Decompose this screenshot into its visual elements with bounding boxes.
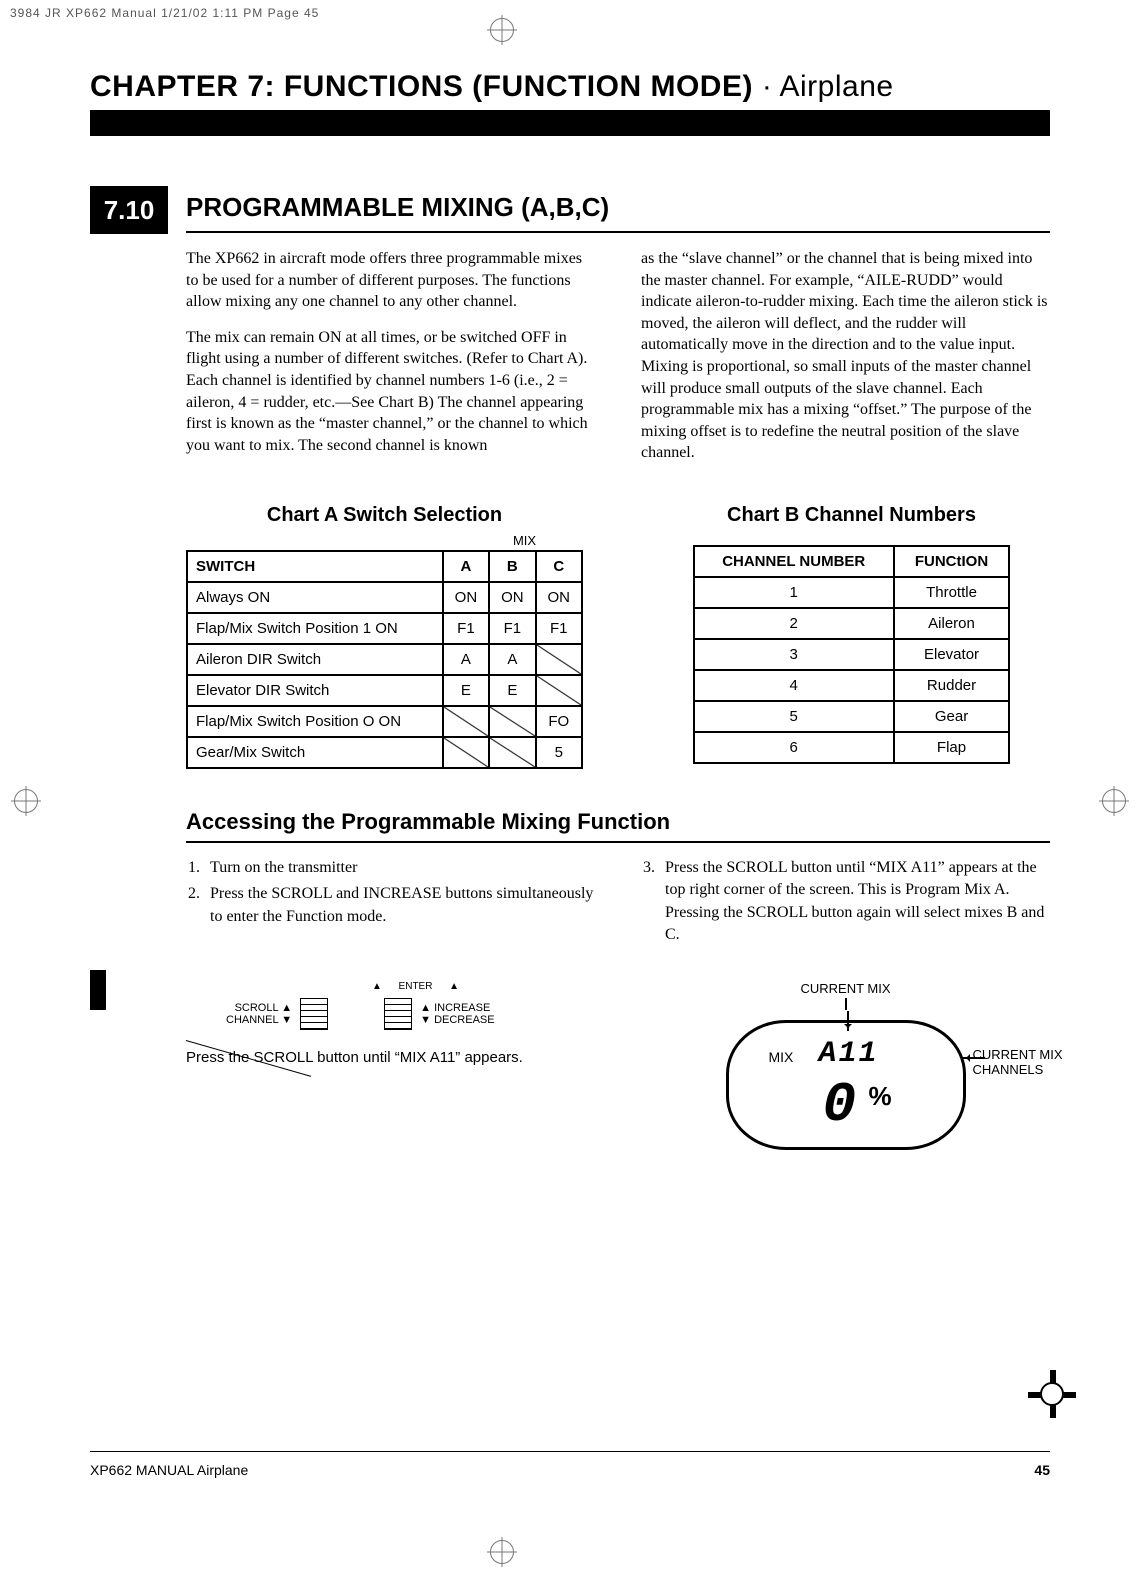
steps-columns: Turn on the transmitter Press the SCROLL…: [186, 857, 1050, 951]
diagram-row: ▲ ENTER ▲ SCROLL ▲ CHANNEL ▼ ▲ INCREASE …: [186, 981, 1050, 1160]
table-row: Always ON ON ON ON: [187, 582, 582, 613]
subsection-heading: Accessing the Programmable Mixing Functi…: [186, 809, 1050, 843]
table-row: Flap/Mix Switch Position 1 ON F1 F1 F1: [187, 613, 582, 644]
crop-target-right: [1102, 789, 1126, 813]
lcd-block: CURRENT MIX MIX A11 0 % CURRENT MIX CHAN…: [641, 981, 1050, 1160]
chart-a-h0: SWITCH: [187, 551, 443, 582]
chart-a-h2: B: [489, 551, 535, 582]
arrow-down-icon: [847, 1011, 849, 1031]
decrease-label: DECREASE: [434, 1014, 495, 1026]
empty-slash-cell: [489, 737, 535, 768]
empty-slash-cell: [536, 644, 582, 675]
table-row: Aileron DIR Switch A A: [187, 644, 582, 675]
chapter-title: CHAPTER 7: FUNCTIONS (FUNCTION MODE) · A…: [90, 70, 1050, 104]
lcd-value: 0: [823, 1073, 859, 1137]
body-right-column: as the “slave channel” or the channel th…: [641, 248, 1050, 478]
lcd-percent: %: [869, 1081, 892, 1112]
chapter-title-suffix: Airplane: [780, 70, 894, 103]
table-row: 1Throttle: [694, 577, 1010, 608]
chart-b-title: Chart B Channel Numbers: [653, 504, 1050, 527]
crop-target-left: [14, 789, 38, 813]
lcd-code: A11: [819, 1037, 879, 1071]
page-footer: XP662 MANUAL Airplane 45: [90, 1451, 1050, 1478]
table-row: 3Elevator: [694, 639, 1010, 670]
print-job-header: 3984 JR XP662 Manual 1/21/02 1:11 PM Pag…: [0, 0, 1140, 20]
increase-label: INCREASE: [434, 1002, 490, 1014]
table-row: 6Flap: [694, 732, 1010, 763]
transmitter-diagram: ▲ ENTER ▲ SCROLL ▲ CHANNEL ▼ ▲ INCREASE …: [186, 981, 595, 1066]
body-para: The mix can remain ON at all times, or b…: [186, 327, 595, 457]
footer-left: XP662 MANUAL Airplane: [90, 1462, 248, 1478]
section-number-badge: 7.10: [90, 186, 168, 234]
chart-a-block: Chart A Switch Selection MIX SWITCH A B …: [186, 504, 583, 769]
table-header-row: SWITCH A B C: [187, 551, 582, 582]
chart-b-table: CHANNEL NUMBER FUNCtION 1Throttle 2Ailer…: [693, 545, 1011, 764]
body-para: The XP662 in aircraft mode offers three …: [186, 248, 595, 313]
lcd-mix-label: MIX: [769, 1049, 794, 1065]
lcd-right-note: CURRENT MIX CHANNELS: [973, 1047, 1083, 1077]
empty-slash-cell: [443, 737, 489, 768]
table-row: Gear/Mix Switch 5: [187, 737, 582, 768]
table-row: 5Gear: [694, 701, 1010, 732]
enter-label: ENTER: [399, 981, 433, 992]
section-heading: PROGRAMMABLE MIXING (A,B,C): [186, 186, 1050, 233]
chart-a-table: SWITCH A B C Always ON ON ON ON Flap/Mix…: [186, 550, 583, 769]
chart-b-block: Chart B Channel Numbers CHANNEL NUMBER F…: [653, 504, 1050, 769]
button-stack-icon: [384, 998, 412, 1030]
chapter-title-prefix: CHAPTER 7: FUNCTIONS (FUNCTION MODE): [90, 70, 753, 103]
chapter-title-sep: ·: [753, 70, 780, 103]
steps-left: Turn on the transmitter Press the SCROLL…: [186, 857, 595, 951]
body-para: as the “slave channel” or the channel th…: [641, 248, 1050, 464]
step-item: Press the SCROLL button until “MIX A11” …: [659, 857, 1050, 947]
chapter-band: [90, 110, 1050, 136]
channel-label: CHANNEL: [226, 1014, 278, 1026]
table-header-row: CHANNEL NUMBER FUNCtION: [694, 546, 1010, 577]
scroll-label: SCROLL: [235, 1002, 279, 1014]
page-number: 45: [1034, 1462, 1050, 1478]
charts-row: Chart A Switch Selection MIX SWITCH A B …: [186, 504, 1050, 769]
button-stack-icon: [300, 998, 328, 1030]
table-row: 2Aileron: [694, 608, 1010, 639]
crop-target-top: [490, 18, 514, 42]
body-left-column: The XP662 in aircraft mode offers three …: [186, 248, 595, 478]
crop-target-bottom: [490, 1540, 514, 1564]
table-row: 4Rudder: [694, 670, 1010, 701]
table-row: Flap/Mix Switch Position O ON FO: [187, 706, 582, 737]
margin-tab: [90, 970, 106, 1010]
section-header-row: 7.10 PROGRAMMABLE MIXING (A,B,C): [90, 186, 1050, 234]
table-row: Elevator DIR Switch E E: [187, 675, 582, 706]
empty-slash-cell: [489, 706, 535, 737]
body-columns: The XP662 in aircraft mode offers three …: [186, 248, 1050, 478]
empty-slash-cell: [536, 675, 582, 706]
step-item: Press the SCROLL and INCREASE buttons si…: [204, 883, 595, 928]
step-item: Turn on the transmitter: [204, 857, 595, 879]
chart-a-h3: C: [536, 551, 582, 582]
chart-a-title: Chart A Switch Selection: [186, 504, 583, 527]
steps-right: Press the SCROLL button until “MIX A11” …: [641, 857, 1050, 951]
chart-a-h1: A: [443, 551, 489, 582]
chart-a-mix-label: MIX: [466, 533, 583, 548]
lcd-top-label: CURRENT MIX: [641, 981, 1050, 996]
lcd-screen: MIX A11 0 % CURRENT MIX CHANNELS: [726, 1020, 966, 1150]
empty-slash-cell: [443, 706, 489, 737]
